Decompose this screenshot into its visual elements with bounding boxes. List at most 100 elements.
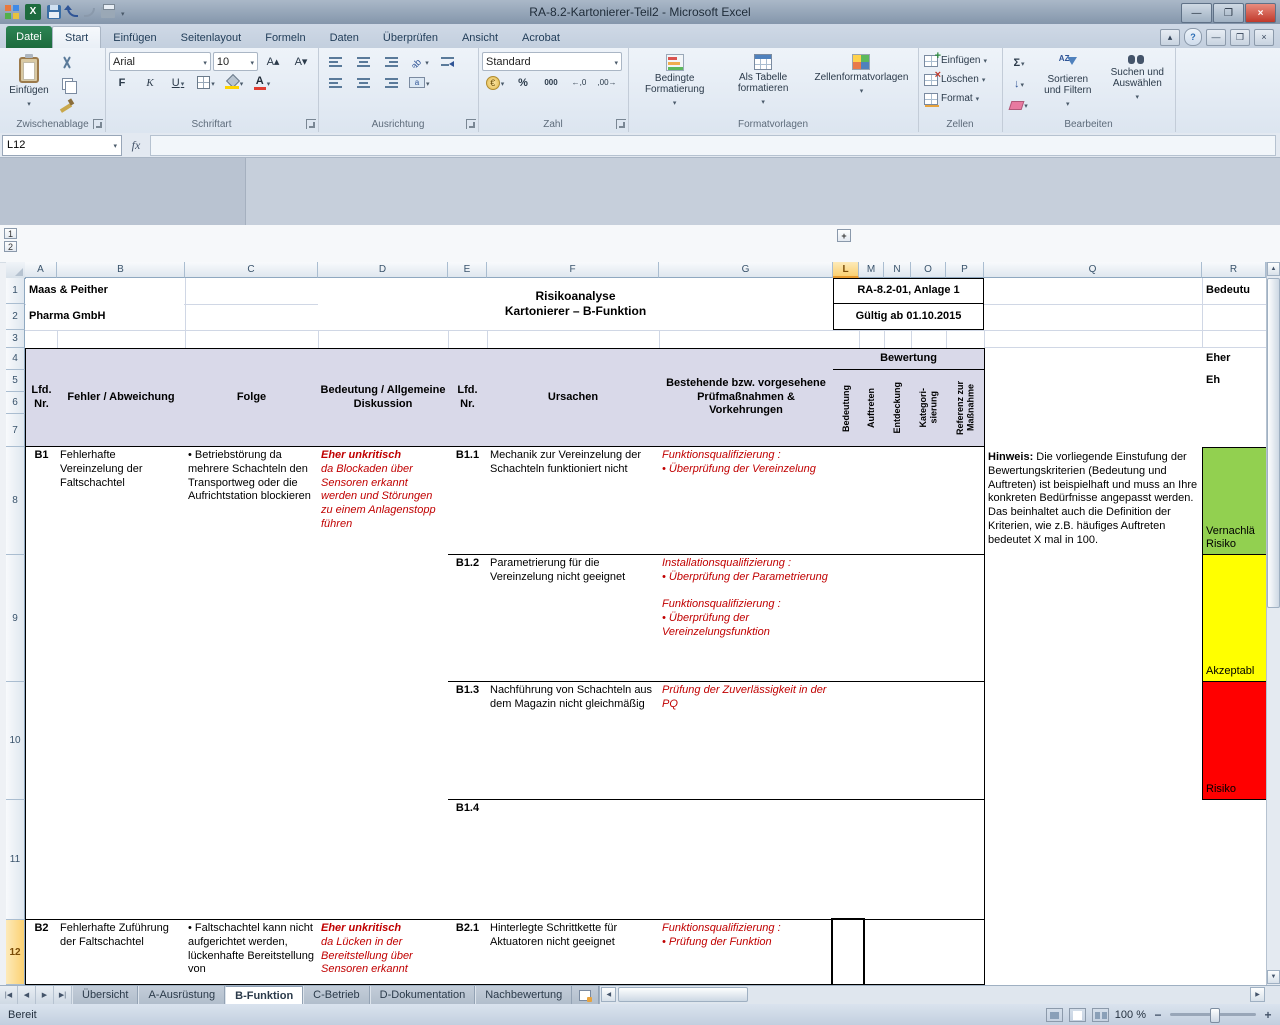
tab-seitenlayout[interactable]: Seitenlayout: [169, 27, 254, 48]
grid-cell-L9[interactable]: [833, 555, 860, 682]
cell-right-legend-row2[interactable]: Eh: [1206, 370, 1266, 392]
cell-styles-button[interactable]: Zellenformatvorlagen: [809, 51, 914, 117]
redo-button[interactable]: [84, 8, 95, 17]
scroll-right-button[interactable]: ▶: [1250, 987, 1265, 1002]
header-bedeutung[interactable]: Bedeutung / Allgemeine Diskussion: [318, 348, 449, 447]
name-box[interactable]: L12: [2, 135, 122, 156]
cell-B1-1-nr[interactable]: B1.1: [448, 447, 488, 555]
header-pruefmassnahmen[interactable]: Bestehende bzw. vorgesehene Prüfmaßnahme…: [659, 348, 834, 447]
sheet-tab-uebersicht[interactable]: Übersicht: [72, 986, 138, 1004]
column-header-O[interactable]: O: [911, 262, 946, 278]
grid-cell-M8[interactable]: [859, 447, 885, 555]
outline-expand-button[interactable]: +: [837, 229, 851, 242]
grid-cell-L10[interactable]: [833, 682, 860, 800]
print-button[interactable]: [101, 7, 115, 18]
find-select-button[interactable]: Suchen und Auswählen: [1104, 51, 1171, 117]
cell-B1-1-ursache[interactable]: Mechanik zur Vereinzelung der Schachteln…: [487, 447, 660, 555]
horizontal-scrollbar[interactable]: ◀ ▶: [599, 986, 1280, 1004]
paste-dropdown[interactable]: [27, 98, 31, 109]
grid-cell-P10[interactable]: [946, 682, 985, 800]
next-sheet-button[interactable]: ▶: [36, 986, 54, 1004]
risk-cell-red[interactable]: Risiko: [1202, 682, 1266, 800]
bold-button[interactable]: F: [109, 73, 135, 93]
grid-cell-P11[interactable]: [946, 800, 985, 920]
zoom-in-button[interactable]: +: [1262, 1008, 1274, 1022]
zoom-slider[interactable]: [1170, 1013, 1256, 1016]
cell-B2-fehler[interactable]: Fehlerhafte Zuführung der Faltschachtel: [57, 920, 186, 985]
workbook-minimize-button[interactable]: —: [1206, 29, 1226, 46]
accounting-format-button[interactable]: €: [482, 73, 508, 93]
grid-cell-L12[interactable]: [833, 920, 860, 985]
app-menu-icon[interactable]: [5, 5, 19, 19]
sheet-tab-a-ausruestung[interactable]: A-Ausrüstung: [138, 986, 225, 1004]
grid-cell-L11[interactable]: [833, 800, 860, 920]
cell-B2-1-massnahme[interactable]: Funktionsqualifizierung : • Prüfung der …: [659, 920, 834, 985]
tab-formeln[interactable]: Formeln: [253, 27, 317, 48]
row-header-8[interactable]: 8: [6, 447, 25, 555]
risk-cell-green[interactable]: Vernachlä Risiko: [1202, 447, 1266, 555]
row-header-1[interactable]: 1: [6, 278, 25, 304]
row-header-9[interactable]: 9: [6, 555, 25, 682]
grid-cell-O11[interactable]: [911, 800, 947, 920]
grid-cell-O12[interactable]: [911, 920, 947, 985]
row-header-5[interactable]: 5: [6, 370, 25, 392]
align-center-button[interactable]: [350, 73, 376, 93]
column-header-E[interactable]: E: [448, 262, 487, 278]
font-dialog-launcher[interactable]: [306, 119, 316, 129]
cell-B1-1-massnahme[interactable]: Funktionsqualifizierung : • Überprüfung …: [659, 447, 834, 555]
grid-cell-M10[interactable]: [859, 682, 885, 800]
cell-report-title[interactable]: Risikoanalyse Kartonierer – B-Funktion: [318, 278, 833, 330]
cell-B1-4-nr[interactable]: B1.4: [448, 800, 488, 920]
cell-B1-folge[interactable]: • Betriebstörung da mehrere Schachteln d…: [185, 447, 319, 920]
align-left-button[interactable]: [322, 73, 348, 93]
header-fehler[interactable]: Fehler / Abweichung: [57, 348, 186, 447]
cell-B1-bedeutung[interactable]: Eher unkritisch da Blockaden über Sensor…: [318, 447, 449, 920]
cell-company-line2[interactable]: Pharma GmbH: [26, 304, 184, 330]
vertical-scroll-thumb[interactable]: [1267, 278, 1280, 608]
vertical-scrollbar[interactable]: ▲ ▼: [1266, 262, 1280, 985]
orientation-button[interactable]: [406, 52, 432, 72]
number-dialog-launcher[interactable]: [616, 119, 626, 129]
format-as-table-button[interactable]: Als Tabelle formatieren: [721, 51, 805, 117]
clipboard-dialog-launcher[interactable]: [93, 119, 103, 129]
autosum-dropdown[interactable]: [1021, 57, 1025, 69]
column-header-F[interactable]: F: [487, 262, 659, 278]
font-color-button[interactable]: A: [249, 73, 275, 93]
grid-cell-O10[interactable]: [911, 682, 947, 800]
header-rot-auftreten[interactable]: Auftreten: [859, 370, 885, 447]
cell-B1-3-massnahme[interactable]: Prüfung der Zuverlässigkeit in der PQ: [659, 682, 834, 800]
grow-font-button[interactable]: A▴: [260, 52, 286, 72]
header-lfd-nr-2[interactable]: Lfd. Nr.: [448, 348, 488, 447]
cell-company-line1[interactable]: Maas & Peither: [26, 278, 184, 304]
grid-cell-P9[interactable]: [946, 555, 985, 682]
normal-view-button[interactable]: [1046, 1008, 1063, 1022]
sheet-tab-nachbewertung[interactable]: Nachbewertung: [475, 986, 572, 1004]
cut-button[interactable]: [54, 53, 80, 73]
borders-button[interactable]: [193, 73, 219, 93]
grid-cell-M12[interactable]: [859, 920, 885, 985]
tab-acrobat[interactable]: Acrobat: [510, 27, 572, 48]
outline-level-1-button[interactable]: 1: [4, 228, 17, 239]
cell-B2-bedeutung[interactable]: Eher unkritisch da Lücken in der Bereits…: [318, 920, 449, 985]
cell-B2-nr[interactable]: B2: [25, 920, 58, 985]
tab-ansicht[interactable]: Ansicht: [450, 27, 510, 48]
grid-cell-L8[interactable]: [833, 447, 860, 555]
orientation-dropdown[interactable]: [425, 56, 429, 68]
grid-cell-N11[interactable]: [884, 800, 912, 920]
header-rot-bedeutung[interactable]: Bedeutung: [833, 370, 860, 447]
column-header-B[interactable]: B: [57, 262, 185, 278]
align-bottom-button[interactable]: [378, 52, 404, 72]
merge-center-button[interactable]: a: [406, 73, 433, 93]
row-header-6[interactable]: 6: [6, 392, 25, 414]
underline-button[interactable]: U: [165, 73, 191, 93]
grid-cell-N9[interactable]: [884, 555, 912, 682]
fill-color-dropdown[interactable]: [240, 77, 244, 89]
workbook-restore-button[interactable]: ❐: [1230, 29, 1250, 46]
grid-cell-N10[interactable]: [884, 682, 912, 800]
column-header-Q[interactable]: Q: [984, 262, 1202, 278]
cell-B1-2-nr[interactable]: B1.2: [448, 555, 488, 682]
cell-B1-2-ursache[interactable]: Parametrierung für die Vereinzelung nich…: [487, 555, 660, 682]
grid-cell-N12[interactable]: [884, 920, 912, 985]
select-all-corner[interactable]: [6, 262, 26, 279]
tab-start[interactable]: Start: [52, 26, 101, 48]
